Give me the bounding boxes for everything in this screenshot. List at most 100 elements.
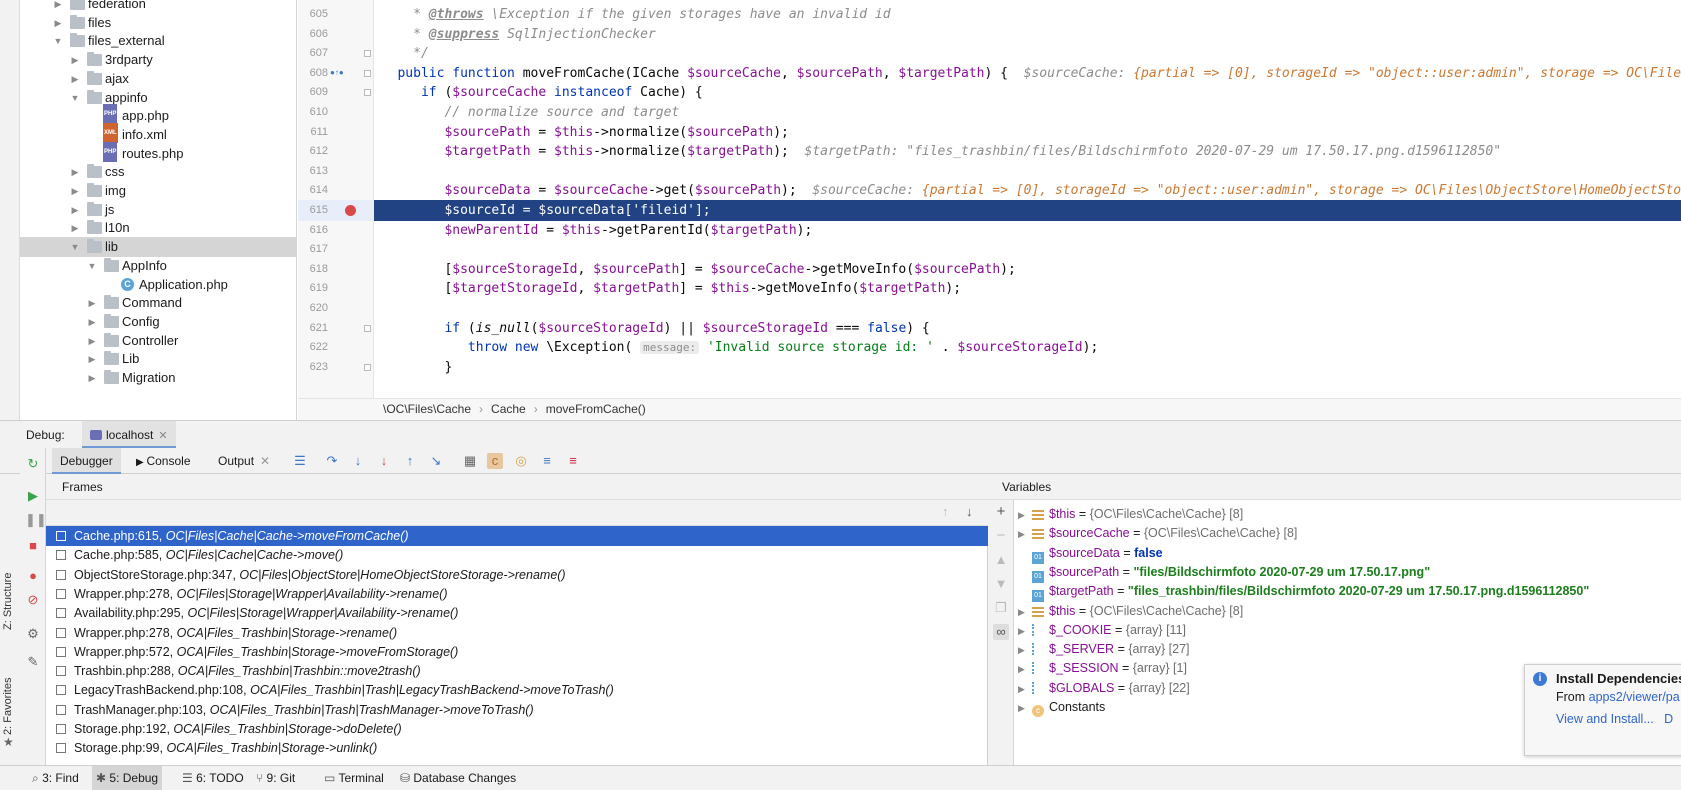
frame-row[interactable]: TrashManager.php:103, OCA|Files_Trashbin… <box>46 700 988 720</box>
code-line[interactable]: */ <box>374 43 1681 64</box>
chevron-down-icon[interactable]: ▼ <box>69 237 81 257</box>
code-line[interactable]: public function moveFromCache(ICache $so… <box>374 63 1681 84</box>
move-up-icon[interactable]: ▲ <box>993 552 1009 568</box>
tree-item[interactable]: ▼ AppInfo <box>20 256 296 276</box>
code-line[interactable]: $sourcePath = $this->normalize($sourcePa… <box>374 122 1681 143</box>
line-number[interactable]: 617 <box>298 239 328 260</box>
chevron-right-icon[interactable]: ▶ <box>86 312 98 332</box>
star-icon[interactable]: ★ <box>3 735 14 749</box>
variable-row[interactable]: 01 $sourcePath = "files/Bildschirmfoto 20… <box>1018 562 1430 583</box>
frame-row[interactable]: Availability.php:295, OC|Files|Storage|W… <box>46 603 988 623</box>
notification-action[interactable]: View and Install... D <box>1556 712 1673 726</box>
frame-row[interactable]: Storage.php:192, OCA|Files_Trashbin|Stor… <box>46 719 988 739</box>
chevron-down-icon[interactable]: ▼ <box>69 88 81 108</box>
editor-gutter[interactable]: 605 606 607 608 609 610 611 612 613 614 615 616 617 6… <box>298 0 374 398</box>
line-number[interactable]: 608 <box>298 63 328 84</box>
force-step-into-icon[interactable]: ↓ <box>376 453 392 469</box>
glasses-icon[interactable]: ∞ <box>993 624 1009 640</box>
line-number[interactable]: 606 <box>298 24 328 45</box>
chevron-right-icon[interactable]: ▶ <box>69 50 81 70</box>
variable-row[interactable]: ▶ $sourceCache = {OC\Files\Cache\Cache} [… <box>1018 523 1297 543</box>
add-icon[interactable]: + <box>993 504 1009 520</box>
line-number[interactable]: 609 <box>298 82 328 103</box>
code-line[interactable]: $newParentId = $this->getParentId($targe… <box>374 220 1681 241</box>
code-line[interactable]: * @suppress SqlInjectionChecker <box>374 24 1681 45</box>
line-number[interactable]: 614 <box>298 180 328 201</box>
code-line[interactable]: [$sourceStorageId, $sourcePath] = $sourc… <box>374 259 1681 280</box>
breadcrumb-class[interactable]: Cache <box>491 402 526 416</box>
tab-output[interactable]: Output ✕ <box>210 448 278 474</box>
tab-debugger[interactable]: Debugger <box>52 448 121 474</box>
view-and-install-link[interactable]: View and Install... <box>1556 712 1654 726</box>
stop-icon[interactable]: ■ <box>25 538 41 554</box>
frame-row[interactable]: Wrapper.php:278, OC|Files|Storage|Wrappe… <box>46 584 988 604</box>
frame-row[interactable]: Cache.php:615, OC|Files|Cache|Cache->mov… <box>46 526 988 546</box>
frame-row[interactable]: Wrapper.php:572, OCA|Files_Trashbin|Stor… <box>46 642 988 662</box>
toolwindow-database-changes[interactable]: ⛁ Database Changes <box>396 766 520 790</box>
variable-row[interactable]: ▶ $_SESSION = {array} [1] <box>1018 658 1187 678</box>
tree-item[interactable]: ▶ Command <box>20 293 296 313</box>
variable-row[interactable]: 01 $sourceData = false <box>1018 543 1163 564</box>
structure-tool-tab[interactable]: Z: Structure <box>2 573 14 630</box>
copy-icon[interactable]: ❐ <box>993 600 1009 616</box>
code-line[interactable]: throw new \Exception( message: 'Invalid … <box>374 337 1681 358</box>
tree-item[interactable]: ▼ lib <box>20 237 296 258</box>
code-line[interactable]: } <box>374 357 1681 378</box>
line-number[interactable]: 611 <box>298 122 328 143</box>
step-out-icon[interactable]: ↑ <box>402 453 418 469</box>
toolwindow-find[interactable]: ⌕ 3: Find <box>28 766 83 790</box>
mute-breakpoints-icon[interactable]: ⊘ <box>25 592 41 608</box>
close-icon[interactable]: ✕ <box>260 454 270 468</box>
line-number[interactable]: 618 <box>298 259 328 280</box>
tree-item[interactable]: ▶ img <box>20 181 296 201</box>
tree-item[interactable]: ▼ appinfo <box>20 88 296 108</box>
chevron-right-icon[interactable]: ▶ <box>86 331 98 351</box>
tree-item[interactable]: ▶ css <box>20 162 296 182</box>
line-number[interactable]: 619 <box>298 278 328 299</box>
fold-marker-icon[interactable] <box>364 89 371 97</box>
toolwindow-todo[interactable]: ☰ 6: TODO <box>178 766 248 790</box>
chevron-right-icon[interactable]: ▶ <box>1018 698 1032 718</box>
favorites-tool-tab[interactable]: 2: Favorites <box>2 678 14 735</box>
tree-item[interactable]: ▶ Controller <box>20 331 296 351</box>
arrow-up-icon[interactable]: ↑ <box>942 504 949 519</box>
chevron-right-icon[interactable]: ▶ <box>69 69 81 89</box>
variable-row[interactable]: ▶ $_COOKIE = {array} [11] <box>1018 620 1186 640</box>
settings-icon[interactable]: ⚙ <box>25 626 41 642</box>
move-down-icon[interactable]: ▼ <box>993 576 1009 592</box>
chevron-right-icon[interactable]: ▶ <box>1018 602 1032 622</box>
variable-row[interactable]: ▶ $this = {OC\Files\Cache\Cache} [8] <box>1018 601 1243 621</box>
tree-item[interactable]: ▶ 3rdparty <box>20 50 296 70</box>
add-watch-icon[interactable]: ≡ <box>565 453 581 469</box>
line-number[interactable]: 620 <box>298 298 328 319</box>
variable-row[interactable]: ▶ $this = {OC\Files\Cache\Cache} [8] <box>1018 504 1243 524</box>
tree-item[interactable]: ▶ js <box>20 200 296 220</box>
fold-marker-icon[interactable] <box>364 50 371 58</box>
code-line[interactable]: $sourceData = $sourceCache->get($sourceP… <box>374 180 1681 201</box>
frame-row[interactable]: Cache.php:585, OC|Files|Cache|Cache->mov… <box>46 545 988 565</box>
breadcrumb-method[interactable]: moveFromCache() <box>546 402 646 416</box>
chevron-right-icon[interactable]: ▶ <box>86 368 98 388</box>
arrow-down-icon[interactable]: ↓ <box>966 504 973 519</box>
chevron-right-icon[interactable]: ▶ <box>86 349 98 369</box>
chevron-right-icon[interactable]: ▶ <box>69 162 81 182</box>
tree-item[interactable]: ▶ l10n <box>20 218 296 238</box>
code-line[interactable]: if ($sourceCache instanceof Cache) { <box>374 82 1681 103</box>
tree-item[interactable]: ▶ files <box>20 13 296 33</box>
variable-row[interactable]: ▶ $GLOBALS = {array} [22] <box>1018 678 1190 698</box>
chevron-right-icon[interactable]: ▶ <box>86 293 98 313</box>
toolwindow-git[interactable]: ⑂ 9: Git <box>252 766 299 790</box>
override-icon[interactable]: ●↑● <box>330 68 344 77</box>
fold-marker-icon[interactable] <box>364 363 371 371</box>
close-icon[interactable]: ✕ <box>158 430 167 442</box>
chevron-right-icon[interactable]: ▶ <box>1018 640 1032 660</box>
chevron-right-icon[interactable]: ▶ <box>52 13 64 33</box>
line-number[interactable]: 622 <box>298 337 328 358</box>
chevron-down-icon[interactable]: ▼ <box>52 31 64 51</box>
line-number[interactable]: 612 <box>298 141 328 162</box>
frame-row[interactable]: Wrapper.php:278, OCA|Files_Trashbin|Stor… <box>46 623 988 643</box>
line-number[interactable]: 610 <box>298 102 328 123</box>
line-number[interactable]: 607 <box>298 43 328 64</box>
code-line[interactable] <box>374 239 1681 260</box>
line-number[interactable]: 623 <box>298 357 328 378</box>
